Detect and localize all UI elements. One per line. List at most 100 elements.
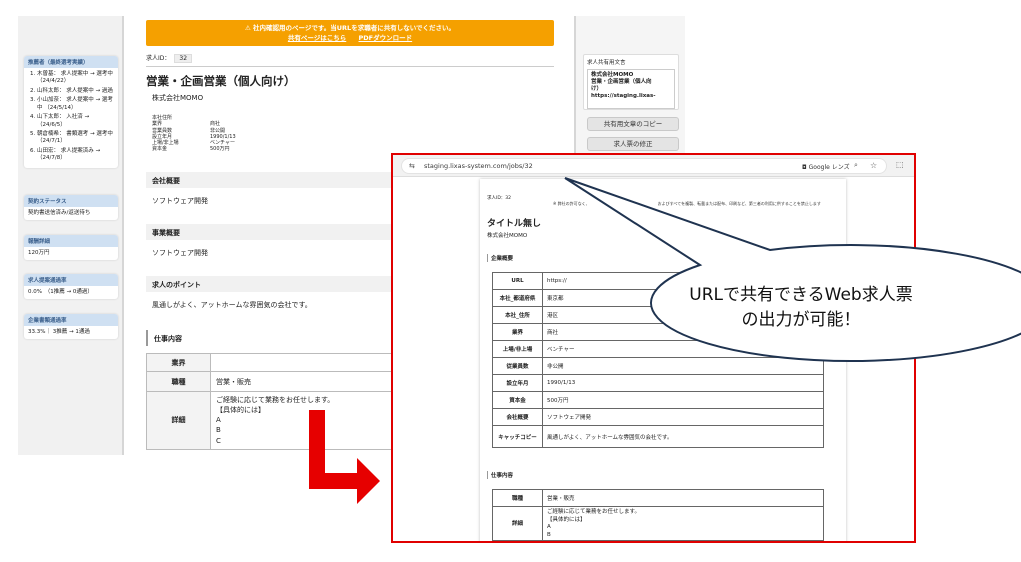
sidebar-card-value: 33.3%｜ 3推薦 → 1通過 xyxy=(28,329,90,335)
share-text-box[interactable]: 株式会社MOMO 営業・企画営業（個人向 け） https://staging.… xyxy=(587,69,675,109)
section-text-business: ソフトウェア開発 xyxy=(152,249,208,257)
callout-line: の出力が可能！ xyxy=(741,309,861,330)
table-value: 非公開 xyxy=(542,357,824,375)
work-heading: 仕事内容 xyxy=(487,471,513,479)
list-item: 山田宏： 求人提案済み → （24/7/8） xyxy=(37,148,114,163)
table-value: ご経験に応じて業務をお任せします。 【具体的には】 A B xyxy=(542,506,824,541)
sidebar-card-title: 契約ステータス xyxy=(24,195,118,207)
section-heading-business: 事業概要 xyxy=(146,224,406,240)
section-heading-work: 仕事内容 xyxy=(146,330,406,346)
table-row: キャッチコピー 風通しがよく、アットホームな雰囲気の会社です。 xyxy=(492,425,824,448)
company-overview-heading: 企業概要 xyxy=(487,254,513,262)
tune-icon[interactable]: ⇆ xyxy=(409,162,415,170)
company-meta: 本社住所 業界 商社 営業員数 非公開 設立年月 1990/1/13 上場/非上場 ベン… xyxy=(152,115,236,153)
table-value: 500万円 xyxy=(542,391,824,409)
table-key: 業界 xyxy=(146,353,211,372)
address-bar[interactable]: ⇆ staging.lixas-system.com/jobs/32 ◘ Goo… xyxy=(401,158,887,174)
table-row: 職種 営業・販売 xyxy=(146,371,416,392)
sidebar-card-recommenders: 推薦者（最終選考実績） 木曽基： 求人提案中 → 選考中 （24/4/22） 山… xyxy=(24,56,118,168)
sidebar-card-title: 求人提案通過率 xyxy=(24,274,118,286)
table-key: 本社_住所 xyxy=(492,306,543,324)
share-page-link[interactable]: 共有ページはこちら xyxy=(288,34,346,42)
sidebar-card-contract: 契約ステータス 契約書送信済み/返送待ち xyxy=(24,195,118,221)
table-value xyxy=(210,353,416,372)
edit-job-button[interactable]: 求人票の修正 xyxy=(587,137,679,151)
job-id-badge: 32 xyxy=(174,54,193,63)
url-text: staging.lixas-system.com/jobs/32 xyxy=(424,162,533,170)
share-text-card: 求人共有用文言 株式会社MOMO 営業・企画営業（個人向 け） https://… xyxy=(583,54,679,110)
share-text-label: 求人共有用文言 xyxy=(587,60,626,66)
table-key: 職種 xyxy=(146,371,211,392)
section-text-points: 風通しがよく、アットホームな雰囲気の会社です。 xyxy=(152,301,312,309)
star-icon[interactable]: ☆ xyxy=(870,161,877,170)
pdf-download-link[interactable]: PDFダウンロード xyxy=(359,34,413,42)
job-id: 求人ID：32 xyxy=(487,196,512,201)
job-sheet-title: タイトル無し xyxy=(487,219,542,229)
table-key: キャッチコピー xyxy=(492,425,543,448)
warning-banner: ⚠ 社内確認用のページです。当URLを求職者に共有しないでください。 共有ページ… xyxy=(146,20,554,46)
table-key: 設立年月 xyxy=(492,374,543,392)
detail-line: ご経験に応じて業務をお任せします。 xyxy=(216,396,335,404)
sidebar-card-value: 0.0% （1推薦 → 0通過） xyxy=(28,289,93,295)
table-key: 詳細 xyxy=(146,391,211,450)
zoom-icon[interactable]: ⌕ xyxy=(854,161,858,170)
callout-line: URLで共有できるWeb求人票 xyxy=(689,285,913,305)
sidebar-card-reward: 報酬詳細 120万円 xyxy=(24,235,118,261)
work-table: 業界 職種 営業・販売 詳細 ご経験に応じて業務をお任せします。 【具体的には】… xyxy=(146,353,416,450)
list-item: 木曽基： 求人提案中 → 選考中 （24/4/22） xyxy=(37,71,114,86)
detail-line: B xyxy=(547,532,551,539)
table-key: URL xyxy=(492,272,543,290)
table-key: 従業員数 xyxy=(492,357,543,375)
list-item: 朝倉楠希： 書類選考 → 選考中 （24/7/1） xyxy=(37,131,114,146)
table-row: 職種 営業・販売 xyxy=(492,489,824,507)
left-sidebar: 推薦者（最終選考実績） 木曽基： 求人提案中 → 選考中 （24/4/22） 山… xyxy=(18,16,124,455)
callout-text: URLで共有できるWeb求人票 の出力が可能！ xyxy=(646,283,956,332)
table-key: 詳細 xyxy=(492,506,543,541)
table-row: 従業員数 非公開 xyxy=(492,357,824,375)
detail-line: 【具体的には】 xyxy=(547,516,586,523)
table-value: 営業・販売 xyxy=(542,489,824,507)
share-line: https://staging.lixas- xyxy=(591,93,656,100)
table-value: ご経験に応じて業務をお任せします。 【具体的には】 A B C xyxy=(210,391,416,450)
warning-text: ⚠ 社内確認用のページです。当URLを求職者に共有しないでください。 xyxy=(244,24,456,32)
table-key: 資本金 xyxy=(492,391,543,409)
page-title: 営業・企画営業（個人向け） xyxy=(146,74,296,88)
job-id-row: 求人ID： 32 xyxy=(146,53,554,67)
copy-share-text-button[interactable]: 共有用文章のコピー xyxy=(587,117,679,131)
browser-screenshot-frame: ⇆ staging.lixas-system.com/jobs/32 ◘ Goo… xyxy=(391,153,916,543)
table-value: ベンチャー xyxy=(542,340,824,358)
section-heading-company: 会社概要 xyxy=(146,172,406,188)
job-id-label: 求人ID： xyxy=(146,55,171,62)
extension-icon[interactable]: ⬚ xyxy=(896,160,904,169)
web-job-sheet: 求人ID：32 ※ 弊社の許可なく、 およびすべてを複製、転載または配布、印刷な… xyxy=(480,179,846,541)
sidebar-card-title: 報酬詳細 xyxy=(24,235,118,247)
table-row: 資本金 500万円 xyxy=(492,391,824,409)
table-value: ソフトウェア開発 xyxy=(542,408,824,426)
sidebar-card-document-rate: 企業書類通過率 33.3%｜ 3推薦 → 1通過 xyxy=(24,314,118,340)
table-value: 営業・販売 xyxy=(210,371,416,392)
table-key: 職種 xyxy=(492,489,543,507)
table-key: 上場/非上場 xyxy=(492,340,543,358)
google-lens-button[interactable]: ◘ Google レンズ xyxy=(802,162,850,171)
table-row: 会社概要 ソフトウェア開発 xyxy=(492,408,824,426)
list-item: 山下太郎： 入社済 → （24/6/5） xyxy=(37,114,114,129)
copyright-notice: ※ 弊社の許可なく、 およびすべてを複製、転載または配布、印刷など、第三者の利用… xyxy=(553,201,821,206)
list-item: 小山加奈： 求人提案中 → 選考中 （24/5/14） xyxy=(37,97,114,112)
sidebar-card-value: 120万円 xyxy=(28,250,50,256)
sidebar-card-proposal-rate: 求人提案通過率 0.0% （1推薦 → 0通過） xyxy=(24,274,118,300)
detail-line: A xyxy=(216,416,221,425)
table-row: 業界 xyxy=(146,353,416,372)
google-lens-label: Google レンズ xyxy=(808,164,850,171)
detail-line: 【具体的には】 xyxy=(216,406,265,415)
meta-value: 500万円 xyxy=(210,146,230,153)
share-line: け） xyxy=(591,86,603,93)
work-table: 職種 営業・販売 詳細 ご経験に応じて業務をお任せします。 【具体的には】 A B xyxy=(492,489,824,541)
table-key: 本社_都道府県 xyxy=(492,289,543,307)
table-row: 上場/非上場 ベンチャー xyxy=(492,340,824,358)
section-heading-points: 求人のポイント xyxy=(146,276,406,292)
detail-line: C xyxy=(216,436,221,445)
detail-line: B xyxy=(216,426,221,435)
job-sheet-company: 株式会社MOMO xyxy=(487,233,528,239)
browser-toolbar: ⇆ staging.lixas-system.com/jobs/32 ◘ Goo… xyxy=(393,155,914,177)
table-value: 1990/1/13 xyxy=(542,374,824,392)
